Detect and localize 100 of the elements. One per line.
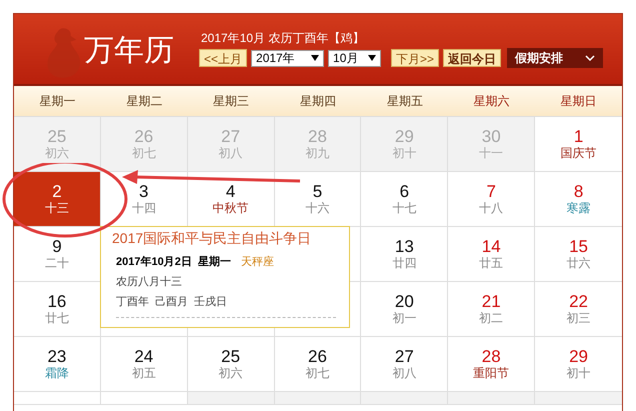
day-number: 24 [134,347,154,366]
weekday-label: 星期二 [125,92,164,110]
day-number: 28 [308,127,327,146]
lunar-date: 初九 [305,146,330,161]
lunar-date: 初六 [44,146,69,161]
lunar-date-text: 农历八月十三 [116,275,183,289]
day-number: 28 [482,347,501,366]
day-number: 26 [308,347,327,366]
day-number: 23 [47,347,66,366]
lunar-date: 重阳节 [473,366,510,381]
month-select[interactable]: 10月 [328,50,382,66]
dropdown-arrow-icon [368,55,376,61]
return-today-button[interactable]: 返回今日 [443,49,502,67]
lunar-date: 初二 [479,311,504,326]
lunar-date: 十六 [305,201,330,216]
lunar-date: 初一 [392,311,416,326]
day-number: 25 [47,127,66,146]
day-number: 15 [569,237,588,256]
lunar-date: 廿六 [566,256,591,271]
weekday-label: 星期六 [472,92,511,110]
lunar-date: 国庆节 [560,146,597,161]
year-select[interactable]: 2017年 [251,50,324,66]
holiday-dropdown[interactable]: 假期安排 [507,48,604,68]
day-cell[interactable]: 21 初二 [448,282,536,337]
day-number: 27 [221,127,240,146]
zodiac-text: 天秤座 [240,254,274,269]
lunar-date: 中秋节 [212,201,249,216]
day-cell[interactable] [274,392,362,405]
day-cell[interactable]: 24 初五 [100,337,188,392]
lunar-date: 十一 [479,146,504,161]
day-number: 29 [394,127,414,146]
weekday-label: 星期四 [298,92,337,110]
ganzhi-text: 丁酉年 己酉月 壬戌日 [116,295,228,309]
day-cell[interactable]: 20 初一 [361,282,448,337]
day-number: 13 [394,237,414,256]
day-number: 26 [134,127,154,146]
lunar-date: 初十 [392,146,416,161]
dropdown-arrow-icon [311,55,320,61]
day-cell[interactable]: 14 廿五 [448,227,536,282]
day-cell[interactable]: 23 霜降 [14,337,101,392]
day-cell[interactable]: 13 廿四 [361,227,448,282]
day-number: 14 [482,237,501,256]
lunar-date: 廿七 [44,311,69,326]
chevron-down-icon [585,55,596,61]
day-number: 6 [400,182,410,201]
lunar-date: 十四 [132,201,156,216]
day-cell[interactable] [535,392,622,405]
day-number: 7 [486,182,496,201]
day-number: 1 [574,127,584,146]
lunar-date: 十八 [479,201,504,216]
day-cell[interactable]: 4 中秋节 [188,172,275,227]
event-title: 2017国际和平与民主自由斗争日 [112,230,312,248]
weekday-label: 星期五 [386,92,424,110]
day-number: 2 [52,182,62,201]
day-number: 29 [569,347,588,366]
weekday-label: 星期三 [212,92,250,110]
day-number: 21 [482,292,501,311]
day-number: 3 [139,182,148,201]
lunar-date: 十三 [44,201,69,216]
lunar-date: 廿五 [479,256,504,271]
lunar-date: 寒露 [566,201,591,216]
day-number: 22 [569,292,588,311]
lunar-date: 初八 [218,146,243,161]
lunar-date: 十七 [392,201,416,216]
lunar-date: 初七 [132,146,156,161]
day-cell[interactable]: 5 十六 [274,172,362,227]
day-cell[interactable]: 25 初六 [188,337,275,392]
lunar-date: 霜降 [44,366,69,381]
lunar-date: 初五 [132,366,156,381]
day-cell[interactable]: 7 十八 [448,172,536,227]
day-cell[interactable] [188,392,275,405]
lunar-date: 初三 [566,311,591,326]
day-cell[interactable]: 26 初七 [274,337,362,392]
lunar-date: 廿四 [392,256,416,271]
weekday-label: 星期日 [560,92,598,110]
day-number: 8 [574,182,584,201]
month-title: 2017年10月 农历丁酉年【鸡】 [201,30,366,46]
next-month-button[interactable]: 下月>> [391,49,440,67]
date-text: 2017年10月2日 星期一 [116,254,231,269]
lunar-date: 初七 [305,366,330,381]
lunar-date: 初六 [218,366,243,381]
day-cell[interactable] [361,392,448,405]
day-cell[interactable] [100,392,188,405]
lunar-date: 二十 [44,256,69,271]
day-cell[interactable] [14,392,101,405]
previous-month-button[interactable]: <<上月 [199,49,248,67]
day-number: 16 [47,292,66,311]
weekday-label: 星期一 [38,92,76,110]
day-cell[interactable] [448,392,536,405]
lunar-date: 初八 [392,366,416,381]
day-cell[interactable]: 6 十七 [361,172,448,227]
day-number: 25 [221,347,240,366]
day-cell[interactable]: 28 重阳节 [448,337,536,392]
lunar-date: 初十 [566,366,591,381]
day-number: 20 [394,292,414,311]
day-number: 5 [312,182,322,201]
day-cell[interactable]: 27 初八 [361,337,448,392]
day-cell[interactable]: 2 十三 [14,172,101,227]
day-number: 4 [226,182,236,201]
day-number: 30 [482,127,501,146]
